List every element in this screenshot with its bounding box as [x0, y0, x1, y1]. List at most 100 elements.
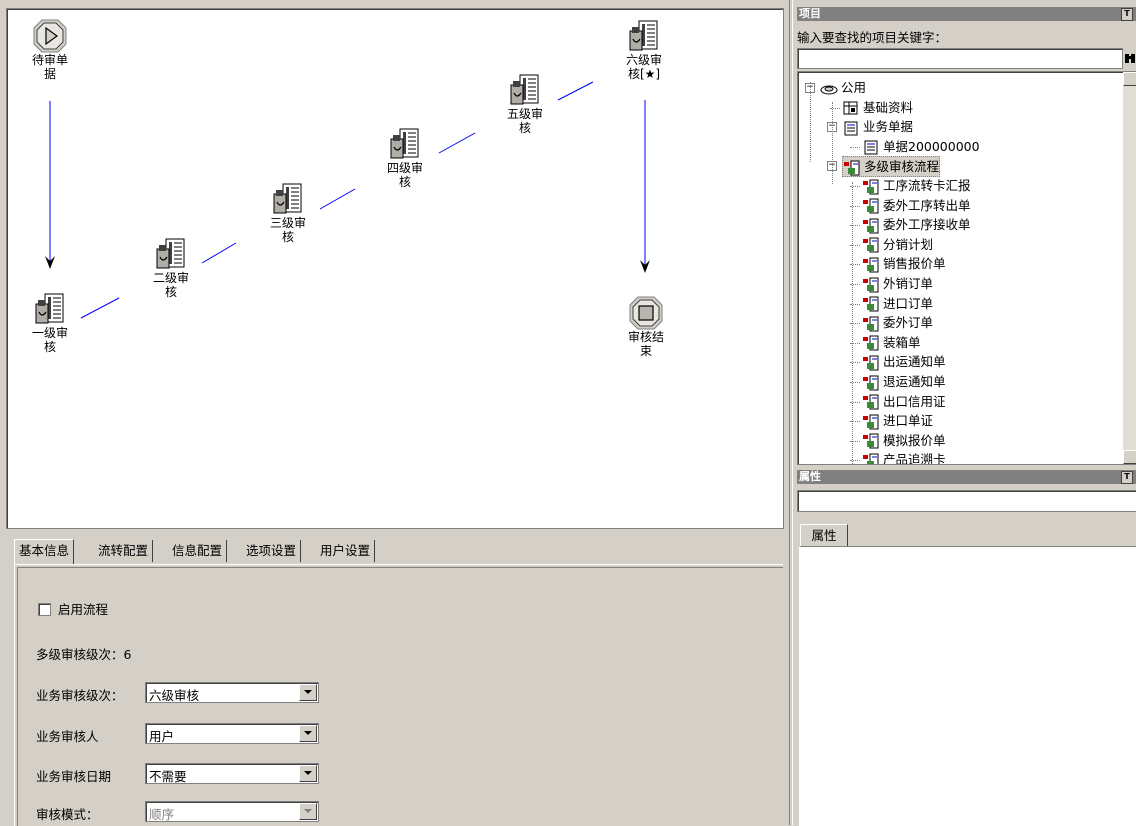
- chevron-down-icon[interactable]: [299, 725, 317, 742]
- tree-item-label: 工序流转卡汇报: [883, 178, 971, 193]
- tree-item-label: 委外工序转出单: [883, 197, 971, 213]
- tree-item-label: 出口信用证: [883, 393, 946, 409]
- basic-info-panel: 启用流程 多级审核级次：6 业务审核级次： 六级审核 业务审核人 用户 业务审核…: [14, 564, 783, 826]
- flow-node-level6-label: 六级审 核[★]: [625, 53, 662, 81]
- chevron-down-icon[interactable]: [299, 765, 317, 782]
- tree-item-label: 模拟报价单: [883, 432, 946, 448]
- flow-node-level5[interactable]: 五级审 核: [496, 73, 554, 135]
- property-panel-title: 属性 T: [797, 470, 1136, 484]
- pin-icon[interactable]: T: [1121, 8, 1133, 21]
- tree-item-label: 委外订单: [883, 315, 934, 331]
- flow-node-start-label: 待审单 据: [31, 53, 68, 81]
- levels-label-text: 多级审核级次：: [36, 647, 124, 662]
- tree-item-label: 业务单据: [863, 119, 914, 135]
- connector-level3-to-level4: [319, 188, 356, 210]
- connector-level5-to-level6: [557, 81, 594, 101]
- workflow-icon: [863, 257, 879, 273]
- workflow-icon: [863, 394, 879, 410]
- tree-item[interactable]: 委外订单: [862, 313, 933, 332]
- project-panel-title: 项目 T: [797, 7, 1136, 21]
- workflow-icon: [863, 375, 879, 390]
- approval-document-icon: [390, 128, 419, 159]
- workflow-icon: [863, 179, 879, 194]
- tree-item-label: 进口单证: [883, 413, 934, 429]
- tab-info-config[interactable]: 信息配置: [168, 540, 228, 562]
- flow-node-level1[interactable]: 一级审 核: [21, 292, 79, 354]
- approve-date-label: 业务审核日期: [36, 769, 112, 784]
- scroll-down-icon[interactable]: [1123, 450, 1136, 464]
- document-icon: [844, 121, 858, 136]
- workflow-icon: [863, 316, 879, 332]
- public-globe-icon: [820, 85, 838, 94]
- tree-item[interactable]: 基础资料: [842, 98, 913, 117]
- approve-date-value: 不需要: [149, 769, 187, 784]
- tree-guide-line: [810, 82, 811, 162]
- approve-mode-value: 顺序: [149, 807, 175, 822]
- levels-value: 6: [123, 647, 132, 662]
- flow-node-level4[interactable]: 四级审 核: [376, 127, 434, 189]
- tree-scrollbar[interactable]: [1123, 72, 1136, 464]
- document-icon: [864, 140, 878, 155]
- property-grid[interactable]: [799, 546, 1136, 826]
- flow-node-level2[interactable]: 二级审 核: [142, 237, 200, 299]
- tree-item[interactable]: 出口信用证: [862, 392, 946, 411]
- tree-item[interactable]: 业务单据: [842, 117, 913, 136]
- tree-item[interactable]: 退运通知单: [862, 372, 946, 391]
- property-object-combo[interactable]: [797, 490, 1136, 512]
- tree-item[interactable]: 外销订单: [862, 274, 933, 293]
- approve-mode-select: 顺序: [145, 801, 319, 822]
- flow-node-start[interactable]: 待审单 据: [21, 19, 79, 81]
- tree-item[interactable]: 多级审核流程: [842, 156, 941, 178]
- connector-level1-to-level2: [80, 297, 120, 319]
- tree-item[interactable]: 进口订单: [862, 294, 933, 313]
- approver-select[interactable]: 用户: [145, 723, 319, 744]
- approve-date-select[interactable]: 不需要: [145, 763, 319, 784]
- flow-node-level5-label: 五级审 核: [506, 107, 543, 135]
- tree-item[interactable]: 委外工序转出单: [862, 196, 971, 215]
- project-tree[interactable]: 公用 − 基础资料 业务单据 − 单据200000000 多级审核流程 − 工序流转卡汇报 委外工…: [797, 71, 1136, 465]
- tree-item-label: 退运通知单: [883, 374, 946, 389]
- search-label: 输入要查找的项目关键字：: [797, 30, 948, 45]
- flow-node-level3[interactable]: 三级审 核: [259, 182, 317, 244]
- tree-item[interactable]: 进口单证: [862, 411, 933, 430]
- pane-splitter[interactable]: [789, 0, 793, 825]
- tree-item[interactable]: 出运通知单: [862, 352, 946, 371]
- approver-label: 业务审核人: [36, 729, 99, 744]
- tree-item[interactable]: 分销计划: [862, 235, 933, 254]
- flow-node-end[interactable]: 审核结 束: [617, 296, 675, 358]
- tree-item[interactable]: 模拟报价单: [862, 431, 946, 450]
- tab-flow-config[interactable]: 流转配置: [94, 540, 154, 562]
- tree-item[interactable]: 装箱单: [862, 333, 921, 352]
- tree-guide-line: [832, 102, 833, 184]
- approval-document-icon: [156, 238, 185, 269]
- biz-level-select[interactable]: 六级审核: [145, 682, 319, 703]
- project-search-input[interactable]: [797, 48, 1123, 69]
- tree-item[interactable]: 产品追溯卡: [862, 450, 946, 464]
- enable-flow-checkbox[interactable]: [38, 603, 51, 616]
- approval-document-icon: [510, 74, 539, 105]
- tree-item[interactable]: 工序流转卡汇报: [862, 176, 971, 195]
- tree-item[interactable]: 委外工序接收单: [862, 215, 971, 234]
- pin-icon[interactable]: T: [1121, 471, 1133, 484]
- chevron-down-icon: [299, 803, 317, 820]
- tab-properties[interactable]: 属性: [800, 524, 848, 547]
- approve-mode-label: 审核模式：: [36, 807, 99, 822]
- tree-item[interactable]: 销售报价单: [862, 254, 946, 273]
- binoculars-search-icon[interactable]: [1124, 51, 1136, 65]
- tree-item[interactable]: 单据200000000: [862, 137, 980, 156]
- workflow-canvas[interactable]: 待审单 据 一级审 核 二级审 核 三级审 核 四级审 核 五级审 核 六级审 …: [6, 8, 784, 529]
- tab-option-settings[interactable]: 选项设置: [242, 540, 302, 562]
- tree-item[interactable]: 公用: [820, 78, 866, 97]
- chevron-down-icon[interactable]: [299, 684, 317, 701]
- tab-user-settings[interactable]: 用户设置: [316, 540, 376, 562]
- scroll-up-icon[interactable]: [1123, 72, 1136, 86]
- workflow-icon: [863, 335, 879, 351]
- workflow-icon: [844, 160, 860, 176]
- basic-data-icon: [843, 101, 858, 115]
- approval-document-icon: [629, 20, 658, 51]
- tab-basic-info[interactable]: 基本信息: [14, 539, 75, 564]
- connector-level4-to-level5: [438, 132, 476, 154]
- stop-icon: [629, 296, 663, 330]
- flow-node-level6[interactable]: 六级审 核[★]: [613, 19, 675, 81]
- tree-guide-line: [852, 182, 853, 464]
